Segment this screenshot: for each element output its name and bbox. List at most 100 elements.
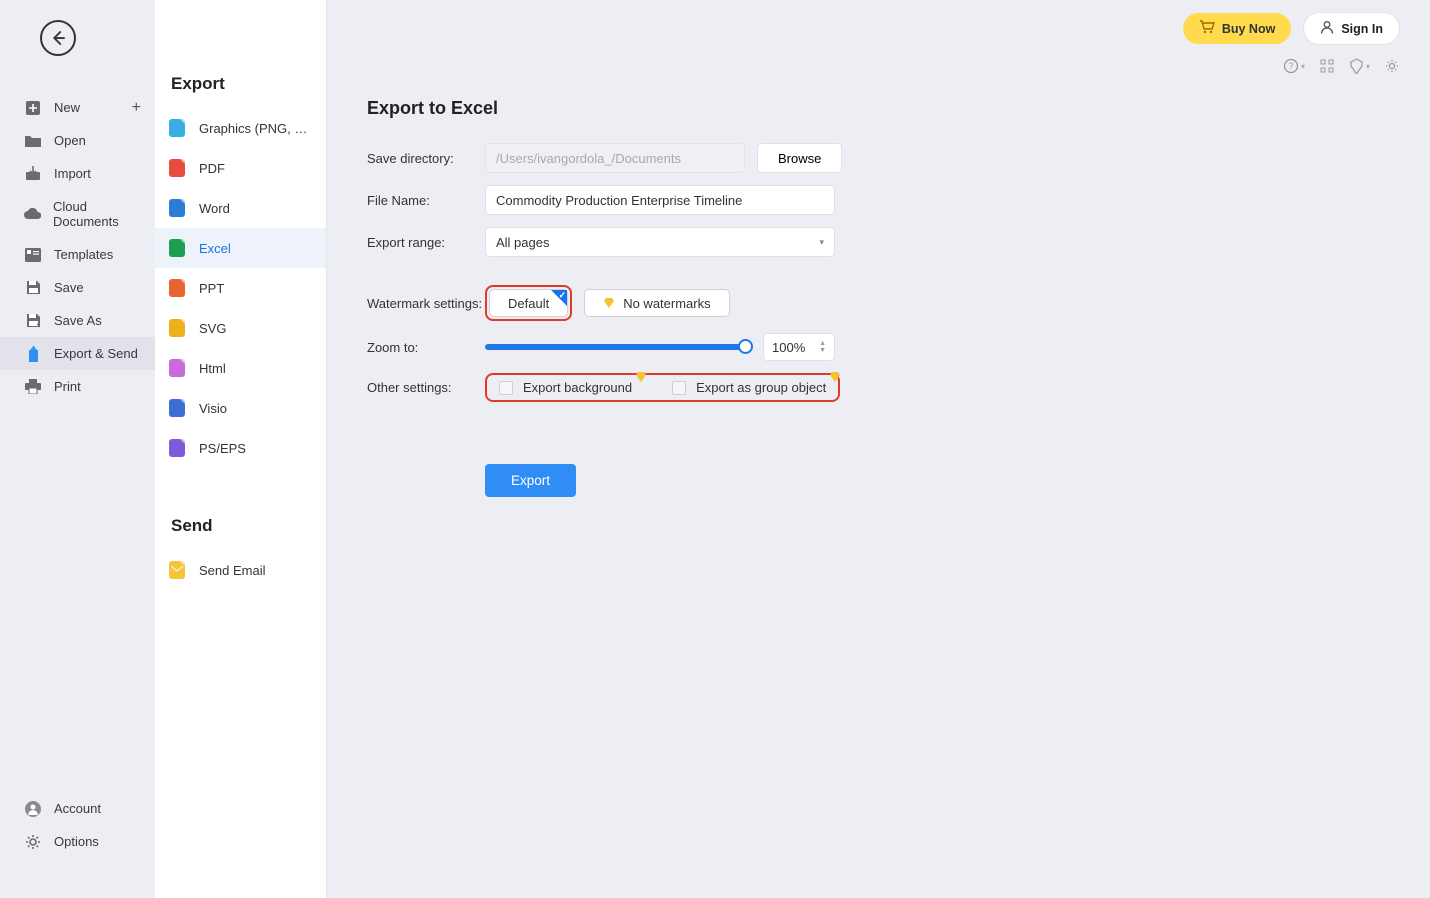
file-ps-icon <box>169 439 185 457</box>
sidebar-item-templates[interactable]: Templates <box>0 238 155 271</box>
export-option-label: PDF <box>199 161 225 176</box>
zoom-value: 100% <box>772 340 805 355</box>
export-option-label: SVG <box>199 321 226 336</box>
save-dir-input[interactable] <box>485 143 745 173</box>
buy-now-button[interactable]: Buy Now <box>1183 13 1291 44</box>
export-option-label: Html <box>199 361 226 376</box>
watermark-default-button[interactable]: Default <box>489 289 568 317</box>
sign-in-button[interactable]: Sign In <box>1303 12 1400 45</box>
watermark-none-label: No watermarks <box>623 296 710 311</box>
send-option-label: Send Email <box>199 563 265 578</box>
sidebar-item-label: Options <box>54 834 99 849</box>
file-name-input[interactable] <box>485 185 835 215</box>
gear-icon <box>24 834 42 849</box>
file-word-icon <box>169 199 185 217</box>
cloud-icon <box>24 207 41 222</box>
file-ppt-icon <box>169 279 185 297</box>
export-format-panel: Export Graphics (PNG, JP… PDF Word Excel… <box>155 0 327 898</box>
export-option-visio[interactable]: Visio <box>155 388 326 428</box>
highlight-other-settings: Export background Export as group object <box>485 373 840 402</box>
shortcuts-button[interactable] <box>1319 58 1335 74</box>
chevron-down-icon: ▾ <box>819 237 824 248</box>
file-graphics-icon <box>169 119 185 137</box>
back-button[interactable] <box>40 20 76 56</box>
folder-icon <box>24 133 42 148</box>
export-option-svg[interactable]: SVG <box>155 308 326 348</box>
export-group-checkbox[interactable]: Export as group object <box>672 380 826 395</box>
sidebar-item-save[interactable]: Save <box>0 271 155 304</box>
export-button[interactable]: Export <box>485 464 576 497</box>
file-pdf-icon <box>169 159 185 177</box>
export-range-value: All pages <box>496 235 549 250</box>
secondary-toolbar: ?▾ ▾ <box>1283 58 1400 74</box>
export-option-label: PPT <box>199 281 224 296</box>
export-option-label: Word <box>199 201 230 216</box>
sidebar-item-label: Export & Send <box>54 346 138 361</box>
zoom-slider[interactable] <box>485 344 745 350</box>
watermark-label: Watermark settings: <box>367 296 485 311</box>
sidebar-item-export-send[interactable]: Export & Send <box>0 337 155 370</box>
premium-icon <box>635 371 647 383</box>
sign-in-label: Sign In <box>1341 22 1383 36</box>
settings-button[interactable] <box>1384 58 1400 74</box>
export-background-label: Export background <box>523 380 632 395</box>
watermark-none-button[interactable]: No watermarks <box>584 289 729 317</box>
premium-icon <box>829 371 841 383</box>
top-bar: Buy Now Sign In <box>1183 12 1400 45</box>
theme-button[interactable]: ▾ <box>1349 58 1370 74</box>
other-settings-label: Other settings: <box>367 380 485 395</box>
slider-thumb[interactable] <box>738 339 753 354</box>
export-option-graphics[interactable]: Graphics (PNG, JP… <box>155 108 326 148</box>
export-option-word[interactable]: Word <box>155 188 326 228</box>
highlight-watermark-default: Default <box>485 285 572 321</box>
sidebar-item-label: Save As <box>54 313 102 328</box>
browse-button[interactable]: Browse <box>757 143 842 173</box>
file-excel-icon <box>169 239 185 257</box>
add-icon[interactable]: + <box>132 99 141 117</box>
export-option-label: PS/EPS <box>199 441 246 456</box>
sidebar-item-print[interactable]: Print <box>0 370 155 403</box>
watermark-default-label: Default <box>508 296 549 311</box>
main-content: Buy Now Sign In ?▾ ▾ Export to Excel Sav… <box>327 0 1430 898</box>
sidebar-item-label: Save <box>54 280 84 295</box>
export-option-label: Excel <box>199 241 231 256</box>
sidebar-item-import[interactable]: Import <box>0 157 155 190</box>
svg-text:?: ? <box>1288 61 1293 71</box>
premium-icon <box>603 297 615 309</box>
help-button[interactable]: ?▾ <box>1283 58 1305 74</box>
sidebar-item-label: Account <box>54 801 101 816</box>
export-range-label: Export range: <box>367 235 485 250</box>
export-option-pdf[interactable]: PDF <box>155 148 326 188</box>
export-range-select[interactable]: All pages ▾ <box>485 227 835 257</box>
user-icon <box>24 801 42 816</box>
buy-now-label: Buy Now <box>1222 22 1275 36</box>
sidebar-item-label: Open <box>54 133 86 148</box>
export-option-ppt[interactable]: PPT <box>155 268 326 308</box>
stepper-down-icon[interactable]: ▼ <box>819 347 826 354</box>
sidebar-item-account[interactable]: Account <box>0 792 155 825</box>
file-html-icon <box>169 359 185 377</box>
sidebar-item-label: Import <box>54 166 91 181</box>
cart-icon <box>1199 20 1215 37</box>
file-visio-icon <box>169 399 185 417</box>
zoom-value-stepper[interactable]: 100% ▲▼ <box>763 333 835 361</box>
sidebar-item-open[interactable]: Open <box>0 124 155 157</box>
export-option-label: Graphics (PNG, JP… <box>199 121 309 136</box>
zoom-label: Zoom to: <box>367 340 485 355</box>
send-option-email[interactable]: Send Email <box>155 550 326 590</box>
export-option-excel[interactable]: Excel <box>155 228 326 268</box>
sidebar-item-new[interactable]: New + <box>0 91 155 124</box>
export-option-pseps[interactable]: PS/EPS <box>155 428 326 468</box>
sidebar-item-label: Templates <box>54 247 113 262</box>
export-option-label: Visio <box>199 401 227 416</box>
export-option-html[interactable]: Html <box>155 348 326 388</box>
sidebar-item-options[interactable]: Options <box>0 825 155 858</box>
export-background-checkbox[interactable]: Export background <box>499 380 632 395</box>
sidebar-item-cloud[interactable]: Cloud Documents <box>0 190 155 238</box>
checkbox-icon <box>499 381 513 395</box>
user-icon <box>1320 20 1334 37</box>
checkmark-icon <box>551 290 567 306</box>
checkbox-icon <box>672 381 686 395</box>
sidebar-item-saveas[interactable]: Save As <box>0 304 155 337</box>
stepper-up-icon[interactable]: ▲ <box>819 340 826 347</box>
